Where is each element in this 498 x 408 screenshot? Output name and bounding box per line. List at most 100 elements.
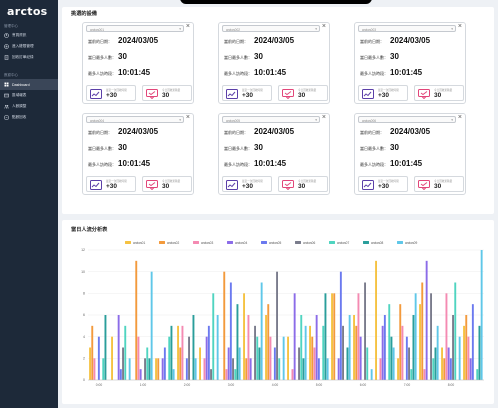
peak-label: 最多人訪時段：: [224, 71, 252, 76]
monitor-icon: [362, 180, 374, 190]
device-select[interactable]: arctos004 ▾: [86, 116, 184, 123]
close-icon[interactable]: ×: [458, 23, 462, 30]
bar: [234, 369, 237, 380]
device-card: arctos005 ▾ × 當前的日期： 2024/03/05 當日最多人數： 30 …: [218, 113, 330, 195]
date-label: 當前的日期：: [224, 130, 248, 135]
legend-swatch: [159, 241, 165, 244]
sidebar-item-dashboard[interactable]: Dashboard: [0, 79, 58, 90]
peak-label: 最多人訪時段：: [88, 162, 116, 167]
chat-icon: [146, 89, 158, 99]
bar: [357, 293, 360, 380]
bar: [135, 260, 138, 380]
dashboard-icon: [4, 82, 9, 87]
today-total-value: 30: [162, 92, 170, 99]
bar: [194, 358, 197, 380]
device-select[interactable]: arctos002 ▾: [222, 25, 320, 32]
visitors-value: 30: [254, 52, 263, 61]
x-tick-label: 3:00: [228, 383, 235, 387]
bar: [392, 347, 395, 380]
bar: [324, 293, 327, 380]
sidebar-item-region-report[interactable]: 區域報表: [0, 90, 58, 101]
nav-section-management: 管理中心 會員資訊 進入權限管理 回收訂單紀錄: [0, 20, 58, 63]
nav-section-label: 數據中心: [4, 73, 18, 77]
device-select[interactable]: arctos001 ▾: [86, 25, 184, 32]
date-label: 當前的日期：: [224, 39, 248, 44]
monitor-icon: [90, 89, 102, 99]
sidebar-item-people-adjust[interactable]: 人數調整: [0, 101, 58, 112]
bar: [298, 347, 300, 380]
last-recycle-box: 最近一次回收時間 +30: [358, 85, 408, 101]
bar: [155, 358, 157, 380]
bar: [346, 347, 349, 380]
peak-value: 10:01:45: [390, 159, 423, 168]
last-recycle-box: 最近一次回收時間 +30: [86, 176, 136, 192]
device-card: arctos003 ▾ × 當前的日期： 2024/03/05 當日最多人數： 30 …: [354, 22, 466, 104]
visitors-label: 當日最多人數：: [88, 55, 116, 60]
sidebar-item-points[interactable]: 點數回收: [0, 112, 58, 123]
x-tick-label: 7:00: [404, 383, 411, 387]
last-recycle-value: +30: [106, 183, 118, 190]
close-icon[interactable]: ×: [186, 23, 190, 30]
today-total-box: 今日回收累積量 30: [142, 176, 192, 192]
legend-label: arctos08: [371, 241, 383, 245]
last-recycle-box: 最近一次回收時間 +30: [358, 176, 408, 192]
device-select[interactable]: arctos005 ▾: [222, 116, 320, 123]
close-icon[interactable]: ×: [322, 23, 326, 30]
today-total-value: 30: [434, 183, 442, 190]
bar: [249, 358, 252, 380]
bar: [311, 336, 314, 380]
sidebar-item-member-info[interactable]: 會員資訊: [0, 30, 58, 41]
x-tick-label: 8:00: [448, 383, 455, 387]
peak-value: 10:01:45: [118, 68, 151, 77]
bar: [445, 293, 448, 380]
bar: [313, 347, 316, 380]
sidebar-item-label: 會員資訊: [12, 33, 27, 37]
sidebar-item-orders[interactable]: 回收訂單紀錄: [0, 52, 58, 63]
bar: [339, 271, 342, 380]
sidebar: arctos 管理中心 會員資訊 進入權限管理 回收訂單紀錄 數據中心 Dash…: [0, 0, 58, 408]
bar: [467, 336, 470, 380]
today-total-value: 30: [434, 92, 442, 99]
device-select-value: arctos002: [226, 27, 240, 32]
bar: [144, 358, 146, 380]
app-logo[interactable]: arctos: [0, 0, 58, 20]
chat-icon: [282, 180, 294, 190]
chevron-down-icon: ▾: [451, 117, 453, 122]
bar: [469, 358, 472, 380]
bar: [478, 325, 481, 380]
today-total-box: 今日回收累積量 30: [278, 176, 328, 192]
close-icon[interactable]: ×: [458, 114, 462, 121]
bar: [342, 325, 344, 380]
sidebar-item-label: 點數回收: [12, 115, 27, 119]
visitors-label: 當日最多人數：: [88, 146, 116, 151]
bar: [265, 315, 267, 380]
sidebar-item-access[interactable]: 進入權限管理: [0, 41, 58, 52]
device-select[interactable]: arctos006 ▾: [358, 116, 456, 123]
y-tick-label: 10: [81, 270, 85, 274]
last-recycle-value: +30: [378, 92, 390, 99]
bar: [434, 347, 437, 380]
x-tick-label: 6:00: [360, 383, 367, 387]
visitors-value: 30: [118, 52, 127, 61]
panel-title: 挑選的設備: [71, 11, 97, 17]
legend-swatch: [193, 241, 199, 244]
peak-label: 最多人訪時段：: [360, 162, 388, 167]
bar: [390, 336, 393, 380]
legend-label: arctos05: [269, 241, 281, 245]
x-tick-label: 4:00: [272, 383, 279, 387]
bar: [122, 347, 124, 380]
peak-value: 10:01:45: [390, 68, 423, 77]
bar: [260, 282, 263, 380]
bar: [179, 347, 182, 380]
close-icon[interactable]: ×: [186, 114, 190, 121]
device-select[interactable]: arctos003 ▾: [358, 25, 456, 32]
close-icon[interactable]: ×: [322, 114, 326, 121]
bar: [348, 315, 351, 380]
bar: [366, 347, 369, 380]
y-tick-label: 8: [83, 292, 85, 296]
bar: [192, 315, 195, 380]
visitors-value: 30: [390, 143, 399, 152]
bar: [254, 325, 256, 380]
visitors-value: 30: [118, 143, 127, 152]
legend-label: arctos03: [201, 241, 213, 245]
